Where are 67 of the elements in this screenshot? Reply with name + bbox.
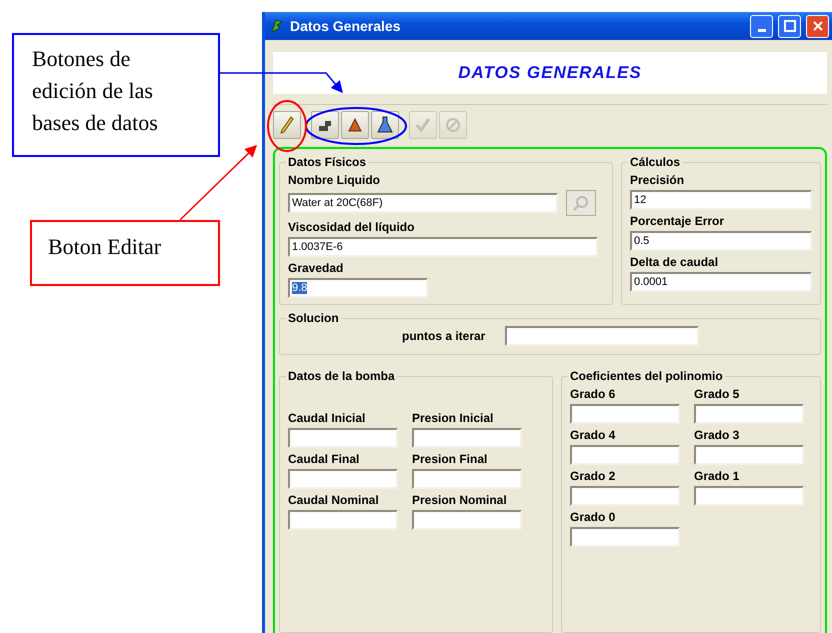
pencil-icon — [280, 116, 294, 134]
field-label: Caudal Nominal — [288, 493, 380, 507]
group-title: Solucion — [287, 311, 340, 325]
input-field[interactable] — [412, 469, 522, 489]
input-field[interactable]: 12 — [630, 190, 812, 210]
input-field[interactable] — [694, 486, 804, 506]
minimize-icon — [758, 28, 766, 32]
field-label: Gravedad — [288, 261, 344, 275]
input-field[interactable] — [570, 445, 680, 465]
search-icon — [572, 194, 590, 212]
banner-title: DATOS GENERALES — [273, 52, 827, 94]
field-label: Presion Inicial — [412, 411, 494, 425]
field-label: Grado 6 — [570, 387, 616, 401]
input-field[interactable]: 1.0037E-6 — [288, 237, 598, 257]
toolbar-button[interactable] — [311, 111, 339, 139]
toolbar-button[interactable] — [341, 111, 369, 139]
input-field[interactable]: 0.5 — [630, 231, 812, 251]
input-field[interactable] — [570, 527, 680, 547]
field-label: Viscosidad del líquido — [288, 220, 416, 234]
field-label: Grado 5 — [694, 387, 740, 401]
check-icon — [415, 117, 431, 133]
field-label: Grado 3 — [694, 428, 740, 442]
input-field[interactable] — [288, 469, 398, 489]
field-label: Delta de caudal — [630, 255, 720, 269]
search-button[interactable] — [566, 190, 596, 216]
input-field[interactable] — [505, 326, 700, 346]
field-label: puntos a iterar — [402, 329, 486, 343]
field-label: Grado 0 — [570, 510, 616, 524]
input-field[interactable]: Water at 20C(68F) — [288, 193, 558, 213]
maximize-icon — [784, 20, 796, 32]
input-field[interactable] — [570, 486, 680, 506]
cancel-icon — [445, 117, 461, 133]
input-field[interactable] — [694, 445, 804, 465]
field-label: Nombre Liquido — [288, 173, 381, 187]
field-label: Grado 4 — [570, 428, 616, 442]
field-label: Presion Final — [412, 452, 488, 466]
group-title: Coeficientes del polinomio — [569, 369, 724, 383]
minimize-button[interactable] — [750, 14, 773, 38]
triangle-icon — [347, 117, 363, 133]
field-label: Porcentaje Error — [630, 214, 726, 228]
maximize-button[interactable] — [778, 14, 801, 38]
field-label: Grado 1 — [694, 469, 740, 483]
field-label: Presion Nominal — [412, 493, 508, 507]
group-title: Datos Físicos — [287, 155, 368, 169]
field-label: Grado 2 — [570, 469, 616, 483]
input-field[interactable] — [288, 428, 398, 448]
close-icon — [812, 20, 824, 32]
flask-icon — [377, 116, 393, 134]
input-field[interactable]: 0.0001 — [630, 272, 812, 292]
field-label: Precisión — [630, 173, 686, 187]
toolbar-button[interactable] — [273, 111, 301, 139]
input-field[interactable]: 9.8 — [288, 278, 428, 298]
field-label: Caudal Final — [288, 452, 360, 466]
input-field[interactable] — [694, 404, 804, 424]
app-icon — [269, 18, 285, 34]
close-button[interactable] — [806, 14, 829, 38]
group-title: Datos de la bomba — [287, 369, 396, 383]
input-field[interactable] — [412, 428, 522, 448]
field-label: Caudal Inicial — [288, 411, 366, 425]
group-title: Cálculos — [629, 155, 682, 169]
callout-box: Botones de edición de las bases de datos — [12, 33, 220, 157]
toolbar-button[interactable] — [371, 111, 399, 139]
window-title: Datos Generales — [290, 18, 402, 34]
callout-box: Boton Editar — [30, 220, 220, 286]
input-field[interactable] — [288, 510, 398, 530]
input-field[interactable] — [570, 404, 680, 424]
input-field[interactable] — [412, 510, 522, 530]
